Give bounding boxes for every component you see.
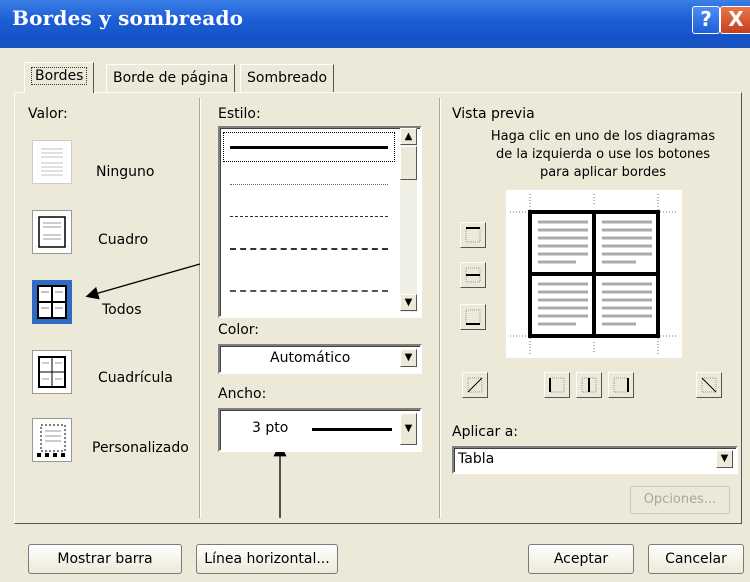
estilo-scroll-down-button[interactable]: ▼: [400, 294, 417, 311]
preset-ninguno-label: Ninguno: [96, 164, 155, 180]
preset-cuadro-button[interactable]: [32, 210, 72, 254]
color-heading: Color:: [218, 322, 260, 338]
border-top-icon: [465, 227, 481, 243]
aplicar-dropdown-arrow-icon[interactable]: ▼: [716, 450, 733, 468]
preset-personalizado-icon: [37, 424, 66, 457]
tab-bordes[interactable]: Bordes: [24, 62, 95, 93]
estilo-scroll-up-button[interactable]: ▲: [400, 128, 417, 145]
aplicar-dropdown[interactable]: Tabla ▼: [452, 446, 738, 474]
annotation-arrow-todos: [85, 263, 201, 300]
dialog-title: Bordes y sombreado: [12, 6, 244, 30]
preset-personalizado-button[interactable]: [32, 418, 72, 462]
aplicar-heading: Aplicar a:: [452, 424, 519, 440]
border-bottom-icon: [465, 309, 481, 325]
ancho-dropdown[interactable]: 3 pto ▼: [218, 408, 422, 452]
close-button[interactable]: X: [720, 6, 750, 34]
aceptar-button[interactable]: Aceptar: [528, 544, 634, 574]
estilo-dotted-line: [230, 184, 388, 185]
preset-ninguno-button[interactable]: [32, 140, 72, 184]
aplicar-value: Tabla: [458, 451, 495, 467]
border-diagonal-up-button[interactable]: [462, 372, 488, 398]
ancho-heading: Ancho:: [218, 386, 267, 402]
estilo-dashed-line: [230, 248, 388, 250]
border-right-button[interactable]: [608, 372, 634, 398]
preview-hint-line-3: para aplicar bordes: [539, 165, 667, 180]
preset-personalizado-label: Personalizado: [92, 440, 189, 456]
preview-heading: Vista previa: [452, 106, 535, 122]
border-left-icon: [549, 377, 565, 393]
ancho-value: 3 pto: [252, 420, 289, 436]
tab-borde-de-pagina[interactable]: Borde de página: [106, 64, 236, 93]
linea-horizontal-button[interactable]: Línea horizontal...: [196, 544, 338, 574]
preview-table-diagram: [510, 194, 678, 354]
color-dropdown-arrow-icon[interactable]: ▼: [400, 349, 417, 367]
preset-cuadricula-icon: [38, 356, 66, 388]
preset-cuadricula-button[interactable]: [32, 350, 72, 394]
estilo-heading: Estilo:: [218, 106, 261, 122]
ancho-line-sample: [312, 428, 392, 431]
color-dropdown[interactable]: Automático ▼: [218, 344, 422, 374]
border-left-button[interactable]: [544, 372, 570, 398]
border-inside-vertical-icon: [581, 377, 597, 393]
valor-heading: Valor:: [28, 106, 68, 122]
mostrar-barra-button[interactable]: Mostrar barra: [28, 544, 182, 574]
diagonal-up-icon: [467, 377, 483, 393]
border-right-icon: [613, 377, 629, 393]
cancelar-button[interactable]: Cancelar: [648, 544, 744, 574]
estilo-listbox[interactable]: ▲ ▼: [218, 126, 422, 318]
ancho-dropdown-arrow-icon[interactable]: ▼: [400, 413, 417, 445]
tab-sombreado-label: Sombreado: [247, 70, 328, 86]
border-bottom-button[interactable]: [460, 304, 486, 330]
separator-right: [440, 98, 441, 518]
estilo-dashed-fine-line: [230, 216, 388, 217]
estilo-scroll-thumb[interactable]: [400, 146, 417, 180]
preview-hint-line-1: Haga clic en uno de los diagramas: [490, 129, 716, 144]
tab-borde-de-pagina-label: Borde de página: [113, 70, 229, 86]
preview-hint-line-2: de la izquierda o use los botones: [495, 147, 711, 162]
diagonal-down-icon: [701, 377, 717, 393]
preset-cuadro-icon: [38, 216, 66, 248]
preset-ninguno-icon: [41, 148, 63, 176]
opciones-button[interactable]: Opciones...: [630, 486, 730, 514]
preset-cuadricula-label: Cuadrícula: [98, 370, 173, 386]
estilo-solid-line: [230, 146, 388, 149]
preset-cuadro-label: Cuadro: [98, 232, 149, 248]
border-diagonal-down-button[interactable]: [696, 372, 722, 398]
preview-canvas[interactable]: [506, 190, 682, 358]
border-inside-horizontal-button[interactable]: [460, 262, 486, 288]
tab-sombreado[interactable]: Sombreado: [240, 64, 335, 93]
preview-hint: Haga clic en uno de los diagramas de la …: [468, 128, 738, 182]
dialog-window: Bordes y sombreado ? X Bordes Borde de p…: [0, 0, 750, 582]
help-button[interactable]: ?: [692, 6, 720, 34]
border-top-button[interactable]: [460, 222, 486, 248]
border-inside-vertical-button[interactable]: [576, 372, 602, 398]
border-inside-horizontal-icon: [465, 267, 481, 283]
tab-bordes-label: Bordes: [31, 67, 88, 85]
color-value: Automático: [270, 350, 351, 366]
estilo-dashdot-line: [230, 290, 388, 292]
separator-right-shadow: [439, 98, 440, 518]
